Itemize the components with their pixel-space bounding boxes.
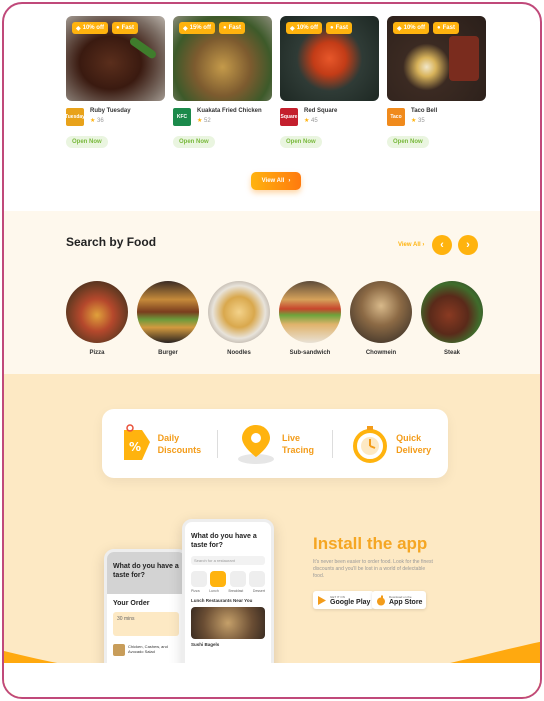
food-item-pizza[interactable]: Pizza bbox=[66, 281, 128, 356]
restaurant-logo: KFC bbox=[173, 108, 191, 126]
food-item-burger[interactable]: Burger bbox=[137, 281, 199, 356]
chevron-right-icon: › bbox=[288, 178, 291, 184]
status-badge: Open Now bbox=[387, 136, 429, 148]
food-item-steak[interactable]: Steak bbox=[421, 281, 483, 356]
status-badge: Open Now bbox=[280, 136, 322, 148]
tag-icon: ◆ bbox=[76, 25, 81, 32]
discount-badge: ◆ 10% off bbox=[286, 22, 322, 34]
star-icon: ★ bbox=[90, 118, 98, 124]
clock-icon: ● bbox=[223, 25, 227, 31]
tag-icon: ◆ bbox=[183, 25, 188, 32]
next-arrow-button[interactable]: › bbox=[458, 235, 478, 255]
timer-icon bbox=[353, 425, 388, 463]
food-image bbox=[137, 281, 199, 343]
fast-badge: ● Fast bbox=[433, 22, 459, 34]
restaurant-card[interactable]: ◆ 10% off ● Fast Tuesday Ruby Tuesday ★ 36… bbox=[65, 16, 165, 156]
status-badge: Open Now bbox=[173, 136, 215, 148]
clock-icon: ● bbox=[437, 25, 441, 31]
restaurant-logo: Taco bbox=[387, 108, 405, 126]
svg-text:%: % bbox=[129, 440, 141, 454]
star-icon: ★ bbox=[197, 118, 205, 124]
search-by-food-section: Search by Food View All › ‹ › Pizza Burg… bbox=[4, 211, 540, 374]
discount-tag-icon: % bbox=[123, 423, 150, 460]
food-view-all-link[interactable]: View All › bbox=[398, 242, 424, 248]
apple-icon bbox=[377, 595, 385, 605]
fast-badge: ● Fast bbox=[112, 22, 138, 34]
star-icon: ★ bbox=[304, 118, 312, 124]
tag-icon: ◆ bbox=[397, 25, 402, 32]
restaurant-name: Kuakata Fried Chicken bbox=[197, 108, 262, 114]
food-photo: ◆ 10% off ● Fast bbox=[280, 16, 379, 101]
food-image bbox=[208, 281, 270, 343]
food-photo: ◆ 15% off ● Fast bbox=[173, 16, 272, 101]
rating: ★ 45 bbox=[304, 118, 318, 124]
food-image bbox=[279, 281, 341, 343]
app-store-button[interactable]: Download on the App Store bbox=[372, 591, 427, 609]
footer-strip bbox=[4, 663, 540, 697]
restaurant-card[interactable]: ◆ 10% off ● Fast Taco Taco Bell ★ 35 Open … bbox=[387, 16, 486, 156]
prev-arrow-button[interactable]: ‹ bbox=[432, 235, 452, 255]
feature-live-tracing: Live Tracing bbox=[218, 423, 333, 465]
restaurant-name: Ruby Tuesday bbox=[90, 108, 131, 114]
phone-mockup-front: What do you have a taste for? Search for… bbox=[182, 519, 274, 679]
clock-icon: ● bbox=[330, 25, 334, 31]
food-photo: ◆ 10% off ● Fast bbox=[66, 16, 165, 101]
chevron-right-icon: › bbox=[466, 239, 470, 251]
status-badge: Open Now bbox=[66, 136, 108, 148]
rating: ★ 36 bbox=[90, 118, 104, 124]
features-bar: % Daily Discounts Live Tracing Quick Del… bbox=[102, 409, 448, 478]
page-frame: ◆ 10% off ● Fast Tuesday Ruby Tuesday ★ 36… bbox=[2, 2, 542, 699]
food-item-sub-sandwich[interactable]: Sub-sandwich bbox=[279, 281, 341, 356]
food-image bbox=[421, 281, 483, 343]
restaurant-logo: Tuesday bbox=[65, 108, 85, 126]
feature-daily-discounts: % Daily Discounts bbox=[102, 423, 217, 464]
clock-icon: ● bbox=[116, 25, 120, 31]
restaurant-cards: ◆ 10% off ● Fast Tuesday Ruby Tuesday ★ 36… bbox=[65, 16, 486, 156]
view-all-button[interactable]: View All › bbox=[251, 172, 301, 190]
discount-badge: ◆ 15% off bbox=[179, 22, 215, 34]
restaurant-name: Taco Bell bbox=[411, 108, 438, 114]
rating: ★ 52 bbox=[197, 118, 211, 124]
install-title: Install the app bbox=[313, 534, 428, 553]
section-title: Search by Food bbox=[66, 235, 157, 249]
restaurant-card[interactable]: ◆ 15% off ● Fast KFC Kuakata Fried Chicken… bbox=[173, 16, 272, 156]
tag-icon: ◆ bbox=[290, 25, 295, 32]
google-play-button[interactable]: GET IT ON Google Play bbox=[313, 591, 375, 609]
map-pin-icon bbox=[238, 424, 274, 464]
restaurant-logo: Square bbox=[280, 108, 298, 126]
discount-badge: ◆ 10% off bbox=[393, 22, 429, 34]
food-item-chowmein[interactable]: Chowmein bbox=[350, 281, 412, 356]
restaurant-card[interactable]: ◆ 10% off ● Fast Square Red Square ★ 45 Op… bbox=[280, 16, 379, 156]
install-description: It's never been easier to order food. Lo… bbox=[313, 559, 433, 579]
rating: ★ 35 bbox=[411, 118, 425, 124]
restaurant-name: Red Square bbox=[304, 108, 338, 114]
fast-badge: ● Fast bbox=[219, 22, 245, 34]
app-promo-section: % Daily Discounts Live Tracing Quick Del… bbox=[4, 374, 540, 697]
food-list: Pizza Burger Noodles Sub-sandwich Chowme… bbox=[66, 281, 483, 356]
food-image bbox=[66, 281, 128, 343]
fast-badge: ● Fast bbox=[326, 22, 352, 34]
chevron-left-icon: ‹ bbox=[440, 239, 444, 251]
discount-badge: ◆ 10% off bbox=[72, 22, 108, 34]
food-image bbox=[350, 281, 412, 343]
food-photo: ◆ 10% off ● Fast bbox=[387, 16, 486, 101]
food-item-noodles[interactable]: Noodles bbox=[208, 281, 270, 356]
feature-quick-delivery: Quick Delivery bbox=[333, 424, 448, 464]
google-play-icon bbox=[318, 595, 326, 605]
star-icon: ★ bbox=[411, 118, 419, 124]
